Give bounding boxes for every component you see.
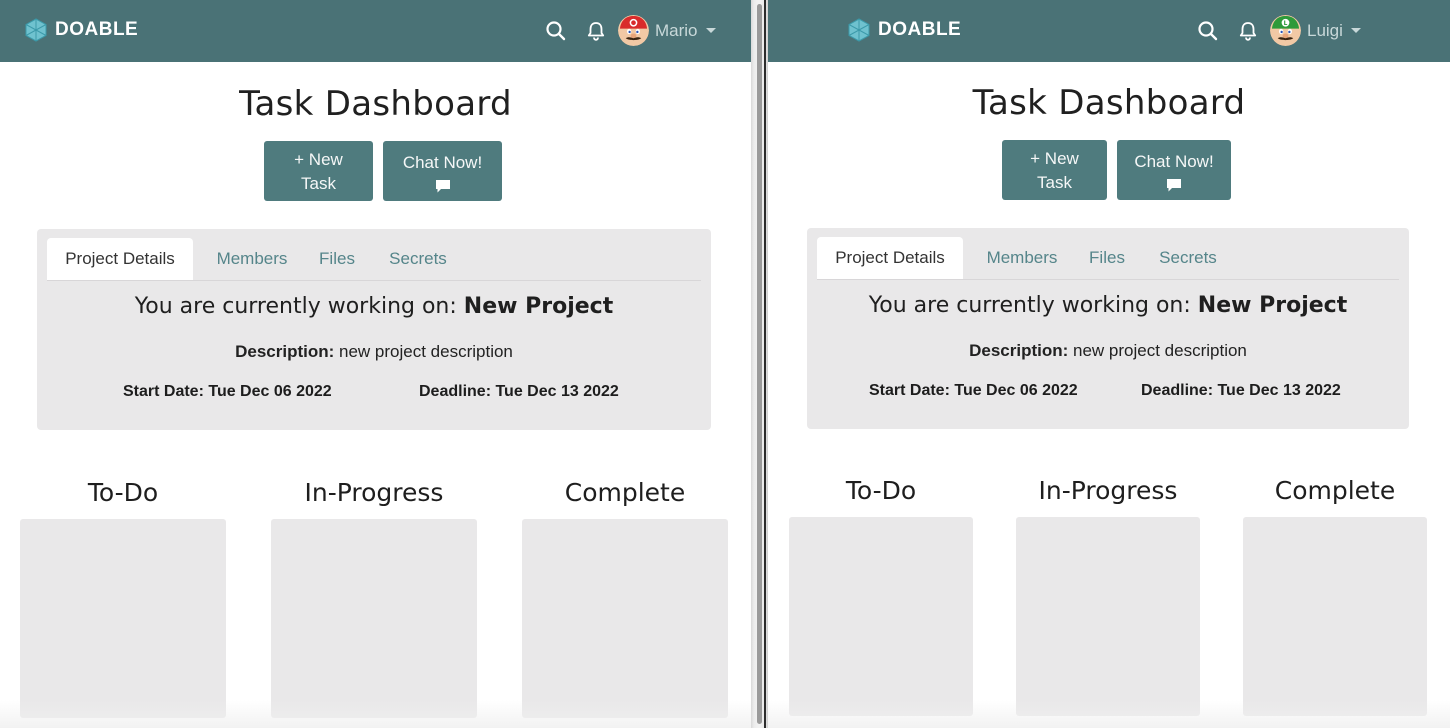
search-icon[interactable] [545,20,567,42]
brand-link[interactable]: DOABLE [25,18,138,42]
brand-name: DOABLE [55,19,139,40]
bell-icon[interactable] [585,20,607,42]
project-tabs: Project Details Members Files Secrets [817,237,1399,280]
start-date: Start Date: Tue Dec 06 2022 [123,383,332,400]
description-label: Description: [235,342,335,361]
description-value: new project description [1073,341,1247,360]
column-title-todo: To-Do [845,476,917,505]
window-mario: DOABLE Mario Task Dashboard + New Task C… [0,0,751,728]
deadline: Deadline: Tue Dec 13 2022 [419,383,619,400]
new-task-label-line2: Task [1037,173,1072,192]
divider-handle[interactable] [757,4,762,724]
todo-column[interactable] [789,517,973,716]
brand-link[interactable]: DOABLE [848,18,961,42]
todo-column[interactable] [20,519,226,718]
new-task-label: + New [294,150,343,169]
new-task-button[interactable]: + New Task [264,141,373,201]
column-title-todo: To-Do [87,478,159,507]
user-name: Mario [655,20,698,40]
chat-now-label: Chat Now! [402,153,483,172]
hexagon-logo-icon [25,18,47,42]
column-title-complete: Complete [564,478,686,507]
search-icon[interactable] [1197,20,1219,42]
tab-files[interactable]: Files [1082,237,1132,279]
page-title: Task Dashboard [972,83,1246,123]
project-card: Project Details Members Files Secrets Yo… [37,229,711,430]
project-tabs: Project Details Members Files Secrets [47,238,701,281]
chevron-down-icon [1350,28,1361,33]
svg-text:L: L [1284,21,1288,27]
tab-files[interactable]: Files [312,238,362,280]
avatar [618,15,649,46]
user-menu[interactable]: L Luigi [1270,15,1361,46]
in-progress-column[interactable] [271,519,477,718]
chat-now-button[interactable]: Chat Now! [1117,140,1231,200]
project-description: Description: new project description [37,342,711,362]
chat-bubble-icon [1167,179,1181,192]
chat-now-label: Chat Now! [1134,152,1214,171]
tab-secrets[interactable]: Secrets [383,238,453,280]
new-task-button[interactable]: + New Task [1002,140,1107,200]
description-value: new project description [339,342,513,361]
new-task-label: + New [1030,149,1079,168]
navbar: DOABLE Mario [0,0,751,62]
working-prefix: You are currently working on: [868,293,1191,318]
start-date: Start Date: Tue Dec 06 2022 [869,382,1078,399]
description-label: Description: [969,341,1069,360]
column-title-in-progress: In-Progress [1038,476,1178,505]
new-task-label-line2: Task [301,174,336,193]
avatar: L [1270,15,1301,46]
navbar: DOABLE L Luigi [768,0,1450,62]
user-name: Luigi [1307,20,1343,40]
tab-secrets[interactable]: Secrets [1153,237,1223,279]
deadline: Deadline: Tue Dec 13 2022 [1141,382,1341,399]
column-title-in-progress: In-Progress [304,478,444,507]
split-screen: DOABLE Mario Task Dashboard + New Task C… [0,0,1450,728]
chat-bubble-icon [435,180,450,193]
column-title-complete: Complete [1274,476,1396,505]
user-menu[interactable]: Mario [618,15,716,46]
project-description: Description: new project description [807,341,1409,361]
current-project-heading: You are currently working on: New Projec… [37,294,711,319]
tab-project-details[interactable]: Project Details [817,237,963,279]
in-progress-column[interactable] [1016,517,1200,716]
hexagon-logo-icon [848,18,870,42]
tab-members[interactable]: Members [977,237,1067,279]
current-project-heading: You are currently working on: New Projec… [807,293,1409,318]
window-luigi: DOABLE L Luigi Task Dashboard + New Task… [768,0,1450,728]
window-divider[interactable] [751,0,768,728]
page-title: Task Dashboard [239,84,512,124]
divider-edge [764,0,766,728]
project-card: Project Details Members Files Secrets Yo… [807,228,1409,429]
tab-members[interactable]: Members [207,238,297,280]
working-prefix: You are currently working on: [134,294,457,319]
tab-project-details[interactable]: Project Details [47,238,193,280]
chat-now-button[interactable]: Chat Now! [383,141,502,201]
chevron-down-icon [705,28,716,33]
project-name: New Project [463,294,614,319]
project-name: New Project [1197,293,1348,318]
complete-column[interactable] [522,519,728,718]
brand-name: DOABLE [878,19,962,40]
complete-column[interactable] [1243,517,1427,716]
bell-icon[interactable] [1237,20,1259,42]
